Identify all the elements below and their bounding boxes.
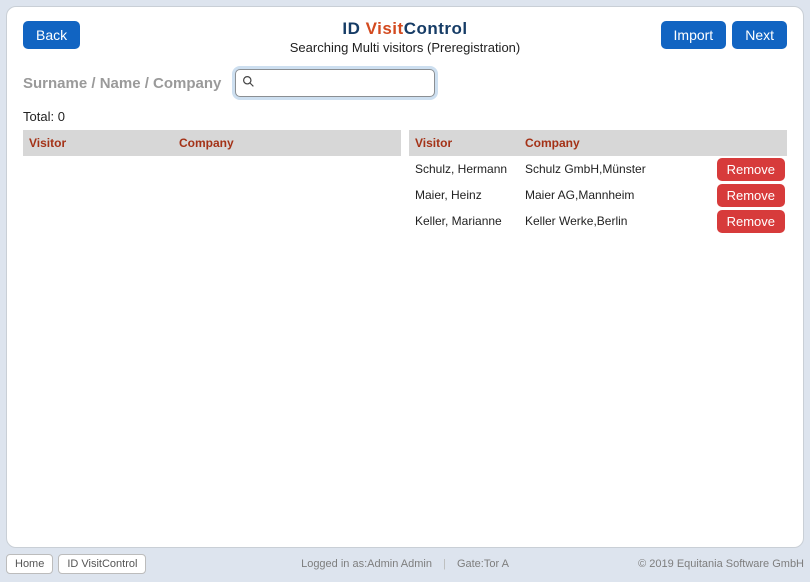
footer: HomeID VisitControl Logged in as:Admin A…: [6, 550, 804, 578]
brand-control: Control: [404, 19, 468, 38]
remove-button[interactable]: Remove: [717, 158, 785, 181]
total-label: Total:: [23, 109, 54, 124]
left-table-header: Visitor Company: [23, 130, 401, 156]
main-window: Back ID VisitControl Searching Multi vis…: [6, 6, 804, 548]
total-value: 0: [58, 109, 65, 124]
next-button[interactable]: Next: [732, 21, 787, 49]
brand-visit: Visit: [366, 19, 404, 38]
right-table-body: Schulz, HermannSchulz GmbH,Münster Remove…: [409, 156, 787, 234]
topbar: Back ID VisitControl Searching Multi vis…: [23, 17, 787, 61]
logged-in-label: Logged in as:: [301, 558, 367, 570]
breadcrumbs: HomeID VisitControl: [6, 554, 146, 574]
right-panel: Visitor Company Schulz, HermannSchulz Gm…: [409, 130, 787, 234]
right-header-visitor: Visitor: [409, 136, 519, 150]
table-row: Schulz, HermannSchulz GmbH,Münster Remove: [409, 156, 787, 182]
back-button[interactable]: Back: [23, 21, 80, 49]
search-label: Surname / Name / Company: [23, 75, 221, 92]
gate-value: Tor A: [484, 558, 509, 570]
total-row: Total: 0: [23, 109, 787, 124]
import-button[interactable]: Import: [661, 21, 727, 49]
search-box[interactable]: [235, 69, 435, 97]
right-header-company: Company: [519, 136, 709, 150]
left-header-company: Company: [173, 136, 401, 150]
cell-visitor: Keller, Marianne: [409, 214, 519, 228]
breadcrumb-item[interactable]: Home: [6, 554, 53, 574]
cell-visitor: Schulz, Hermann: [409, 162, 519, 176]
table-row: Keller, MarianneKeller Werke,Berlin Remov…: [409, 208, 787, 234]
search-icon: [242, 75, 255, 91]
search-input[interactable]: [260, 76, 436, 91]
dual-panels: Visitor Company Visitor Company Schulz, …: [23, 130, 787, 234]
left-panel: Visitor Company: [23, 130, 401, 234]
footer-copyright: © 2019 Equitania Software GmbH: [638, 558, 804, 570]
cell-company: Schulz GmbH,Münster: [519, 162, 709, 176]
gate-label: Gate:: [457, 558, 484, 570]
left-header-visitor: Visitor: [23, 136, 173, 150]
right-table-header: Visitor Company: [409, 130, 787, 156]
remove-button[interactable]: Remove: [717, 210, 785, 233]
table-row: Maier, HeinzMaier AG,Mannheim Remove: [409, 182, 787, 208]
breadcrumb-item[interactable]: ID VisitControl: [58, 554, 146, 574]
brand-id: ID: [342, 19, 360, 38]
cell-company: Keller Werke,Berlin: [519, 214, 709, 228]
cell-company: Maier AG,Mannheim: [519, 188, 709, 202]
search-row: Surname / Name / Company: [23, 69, 787, 97]
cell-visitor: Maier, Heinz: [409, 188, 519, 202]
remove-button[interactable]: Remove: [717, 184, 785, 207]
logged-in-user: Admin Admin: [367, 558, 432, 570]
